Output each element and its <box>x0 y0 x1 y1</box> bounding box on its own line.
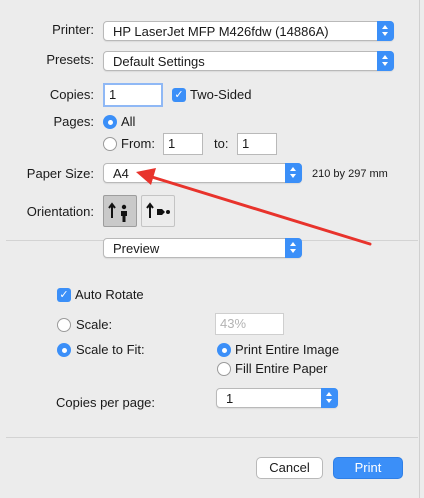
annotation-arrow-icon <box>136 168 372 246</box>
print-dialog: Printer: HP LaserJet MFP M426fdw (14886A… <box>0 0 424 498</box>
